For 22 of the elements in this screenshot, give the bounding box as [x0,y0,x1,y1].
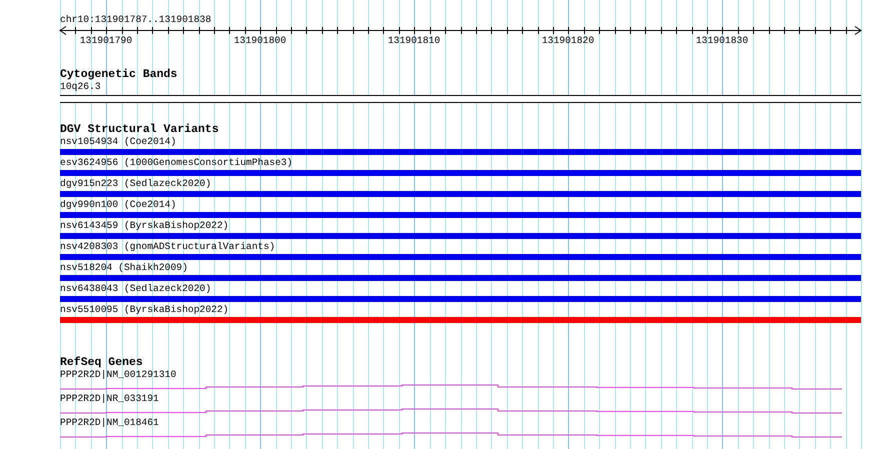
region-label: chr10:131901787..131901838 [60,14,212,26]
track-title: RefSeq Genes [60,357,143,369]
band-label: 10q26.3 [60,81,101,93]
position-label: 131901830 [696,35,748,46]
gene-label: PPP2R2D|NM_018461 [60,417,159,429]
gene-label: PPP2R2D|NM_001291310 [60,369,176,381]
variant-label: nsv5510095 (ByrskaBishop2022) [60,304,229,316]
variant-label: nsv518204 (Shaikh2009) [60,262,188,274]
variant-label: esv3624956 (1000GenomesConsortiumPhase3) [60,157,293,169]
variant-label: dgv915n223 (Sedlazeck2020) [60,178,212,190]
position-label: 131901810 [388,35,440,46]
gene-label: PPP2R2D|NR_033191 [60,393,159,405]
variant-label: nsv6143459 (ByrskaBishop2022) [60,220,229,232]
variant-label: nsv6438043 (Sedlazeck2020) [60,283,212,295]
variant-label: dgv990n100 (Coe2014) [60,199,176,211]
track-title: DGV Structural Variants [60,124,219,136]
position-label: 131901790 [80,35,132,46]
track-title: Cytogenetic Bands [60,69,178,81]
variant-label: nsv4208303 (gnomADStructuralVariants) [60,241,276,253]
position-label: 131901800 [234,35,286,46]
variant-label: nsv1054934 (Coe2014) [60,136,176,148]
position-label: 131901820 [542,35,594,46]
